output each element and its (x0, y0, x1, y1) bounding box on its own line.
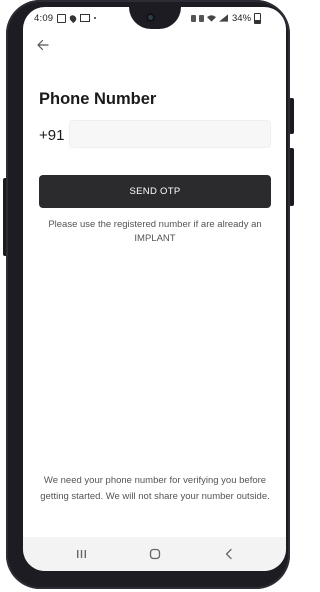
phone-number-input[interactable] (69, 120, 271, 148)
recents-button[interactable] (71, 545, 91, 563)
mute-icon (199, 14, 204, 22)
nav-back-button[interactable] (219, 545, 239, 563)
location-icon (68, 13, 78, 23)
system-icons: 34% (191, 12, 262, 24)
battery-icon (254, 12, 262, 24)
country-code: +91 (39, 127, 65, 144)
more-dot-icon (94, 17, 96, 19)
gallery-icon (57, 13, 66, 23)
registered-number-hint: Please use the registered number if are … (48, 219, 262, 244)
mail-icon (80, 14, 90, 22)
send-otp-button[interactable]: SEND OTP (39, 175, 271, 208)
canvas: 4:09 34% Phone Number +91 SEND OTP Pleas… (0, 0, 297, 592)
phone-screen: 4:09 34% Phone Number +91 SEND OTP Pleas… (23, 7, 286, 571)
arrow-left-icon (37, 39, 49, 51)
back-triangle-icon (225, 548, 232, 560)
privacy-note: We need your phone number for verifying … (40, 475, 270, 502)
battery-percent: 34% (232, 12, 252, 24)
alarm-icon (191, 14, 196, 22)
signal-icon (219, 14, 228, 22)
notification-icons (57, 13, 96, 23)
home-icon (149, 548, 161, 560)
front-camera (146, 13, 155, 22)
home-button[interactable] (145, 545, 165, 563)
android-nav-bar (23, 537, 286, 571)
wifi-icon (207, 15, 216, 22)
status-time: 4:09 (34, 13, 54, 24)
recents-icon (76, 550, 86, 558)
page-title: Phone Number (39, 90, 157, 108)
phone-frame: 4:09 34% Phone Number +91 SEND OTP Pleas… (6, 0, 290, 589)
back-button[interactable] (33, 35, 53, 55)
